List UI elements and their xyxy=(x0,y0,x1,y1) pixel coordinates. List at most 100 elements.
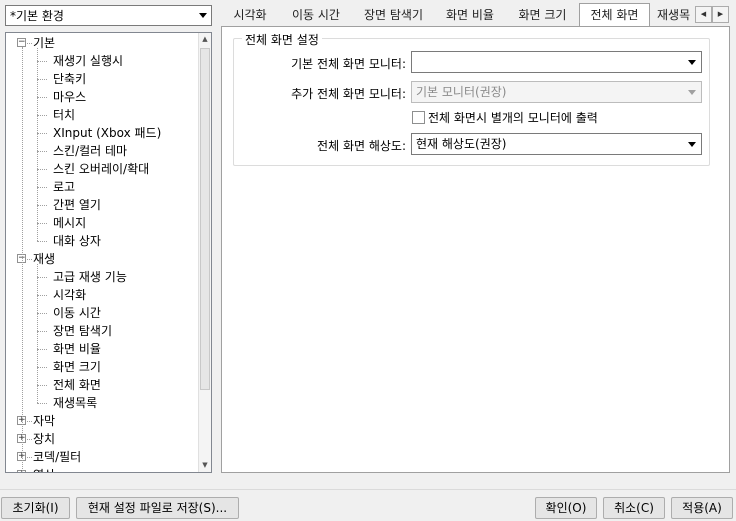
tree-item[interactable]: 메시지 xyxy=(53,214,86,232)
tree-item-label: 화면 비율 xyxy=(53,342,101,356)
tree-item[interactable]: 전체 화면 xyxy=(53,376,101,394)
tree-connector xyxy=(37,331,47,332)
tree-item-label: 영상 xyxy=(33,468,55,472)
profile-combo[interactable]: *기본 환경 xyxy=(5,5,212,26)
tree-connector xyxy=(37,349,47,350)
tree-item[interactable]: 터치 xyxy=(53,106,75,124)
secondary-monitor-label: 추가 전체 화면 모니터: xyxy=(291,87,406,101)
scroll-down-icon[interactable]: ▼ xyxy=(199,459,211,472)
separate-output-label: 전체 화면시 별개의 모니터에 출력 xyxy=(428,111,598,125)
tree-item-label: 대화 상자 xyxy=(53,234,101,248)
tab-6[interactable]: 전체 화면 xyxy=(579,3,650,28)
tree-item[interactable]: 시각화 xyxy=(53,286,86,304)
tree-connector xyxy=(27,43,32,44)
tree-item-label: 스킨/컬러 테마 xyxy=(53,144,128,158)
ok-button[interactable]: 확인(O) xyxy=(535,497,597,519)
tree-item[interactable]: 재생기 실행시 xyxy=(53,52,123,70)
tree-item-label: 메시지 xyxy=(53,216,87,230)
tree-item[interactable]: XInput (Xbox 패드) xyxy=(53,124,161,142)
tab-3[interactable]: 장면 탐색기 xyxy=(353,4,434,27)
tree-item[interactable]: 단축키 xyxy=(53,70,86,88)
tree-item[interactable]: 고급 재생 기능 xyxy=(53,268,127,286)
tab-scroll-right-icon[interactable]: ▶ xyxy=(712,6,729,23)
tree-connector xyxy=(37,313,47,314)
tree-item[interactable]: 이동 시간 xyxy=(53,304,101,322)
tree-connector xyxy=(37,97,47,98)
tree-item[interactable]: 화면 비율 xyxy=(53,340,101,358)
tree-group[interactable]: 코덱/필터 xyxy=(33,448,81,466)
tree-item-label: 마우스 xyxy=(53,90,87,104)
tree-items: 기본 − 재생기 실행시 단축키 마우스 터치 XInput (Xbox 패드) 스킨/컬러 … xyxy=(6,33,198,472)
tree-item[interactable]: 스킨 오버레이/확대 xyxy=(53,160,149,178)
tree-connector xyxy=(27,439,32,440)
collapse-icon[interactable]: − xyxy=(17,38,26,47)
tree-item[interactable]: 재생목록 xyxy=(53,394,97,412)
chevron-down-icon xyxy=(199,13,207,18)
tree-item-label: 재생기 실행시 xyxy=(53,54,124,68)
tree-connector xyxy=(37,187,47,188)
tree-connector xyxy=(37,79,47,80)
tab-1[interactable]: 시각화 xyxy=(221,4,279,27)
tab-4[interactable]: 화면 비율 xyxy=(434,4,506,27)
resolution-value: 현재 해상도(권장) xyxy=(416,137,507,151)
tree-item-label: 터치 xyxy=(53,108,76,122)
secondary-monitor-select: 기본 모니터(권장) xyxy=(411,81,702,103)
tree-group[interactable]: 장치 xyxy=(33,430,55,448)
tab-bar: 재생목 전체 화면 화면 크기 화면 비율 장면 탐색기 이동 시간 시각화 ◀ ▶ xyxy=(221,3,729,28)
tree-connector xyxy=(37,241,47,242)
tab-5[interactable]: 화면 크기 xyxy=(506,4,579,27)
tree-connector xyxy=(37,48,38,241)
cancel-button[interactable]: 취소(C) xyxy=(603,497,665,519)
tree-connector xyxy=(27,421,32,422)
tree-item[interactable]: 대화 상자 xyxy=(53,232,101,250)
separate-output-option[interactable]: 전체 화면시 별개의 모니터에 출력 xyxy=(412,109,598,126)
tree-connector xyxy=(22,47,23,472)
primary-monitor-label: 기본 전체 화면 모니터: xyxy=(291,57,406,71)
bottom-separator xyxy=(0,489,736,490)
tree-item-label: 장치 xyxy=(33,432,56,446)
tree-item-label: 자막 xyxy=(33,414,56,428)
tree-connector xyxy=(37,403,47,404)
tree-item-label: 시각화 xyxy=(53,288,87,302)
tree-item[interactable]: 장면 탐색기 xyxy=(53,322,112,340)
tree-connector xyxy=(37,115,47,116)
tree-item[interactable]: 화면 크기 xyxy=(53,358,101,376)
tree-item-label: 장면 탐색기 xyxy=(53,324,113,338)
scroll-up-icon[interactable]: ▲ xyxy=(199,33,211,46)
tree-connector xyxy=(37,205,47,206)
scroll-thumb[interactable] xyxy=(200,48,210,390)
group-title: 전체 화면 설정 xyxy=(242,31,322,48)
tree-connector xyxy=(37,385,47,386)
tab-scroll-buttons: ◀ ▶ xyxy=(695,6,729,23)
tree-connector xyxy=(37,61,47,62)
tree-item[interactable]: 스킨/컬러 테마 xyxy=(53,142,127,160)
chevron-down-icon xyxy=(688,60,696,65)
chevron-down-icon xyxy=(688,90,696,95)
tree-item[interactable]: 로고 xyxy=(53,178,75,196)
chevron-down-icon xyxy=(688,142,696,147)
tree-scrollbar[interactable]: ▲ ▼ xyxy=(198,33,211,472)
tree-connector xyxy=(37,133,47,134)
primary-monitor-select[interactable] xyxy=(411,51,702,73)
tree-item-label: 로고 xyxy=(53,180,76,194)
fullscreen-settings-group: 전체 화면 설정 기본 전체 화면 모니터: 추가 전체 화면 모니터: 기본 … xyxy=(233,31,710,166)
tree-item-label: XInput (Xbox 패드) xyxy=(53,126,162,140)
tree-group[interactable]: 자막 xyxy=(33,412,55,430)
tree-item-label: 이동 시간 xyxy=(53,306,101,320)
secondary-monitor-value: 기본 모니터(권장) xyxy=(416,85,507,99)
tab-2[interactable]: 이동 시간 xyxy=(279,4,353,27)
apply-button[interactable]: 적용(A) xyxy=(671,497,733,519)
tree-connector xyxy=(37,277,47,278)
tree-group[interactable]: 영상 xyxy=(33,466,55,472)
settings-tree[interactable]: 기본 − 재생기 실행시 단축키 마우스 터치 XInput (Xbox 패드) 스킨/컬러 … xyxy=(5,32,212,473)
resolution-select[interactable]: 현재 해상도(권장) xyxy=(411,133,702,155)
tree-connector xyxy=(27,259,32,260)
separate-output-checkbox[interactable] xyxy=(412,111,425,124)
save-profile-button[interactable]: 현재 설정 파일로 저장(S)... xyxy=(76,497,239,519)
resolution-label: 전체 화면 해상도: xyxy=(317,139,406,153)
tab-scroll-left-icon[interactable]: ◀ xyxy=(695,6,712,23)
tab-7[interactable]: 재생목 xyxy=(651,4,695,27)
tree-item[interactable]: 간편 열기 xyxy=(53,196,101,214)
tree-item[interactable]: 마우스 xyxy=(53,88,86,106)
reset-button[interactable]: 초기화(I) xyxy=(1,497,70,519)
